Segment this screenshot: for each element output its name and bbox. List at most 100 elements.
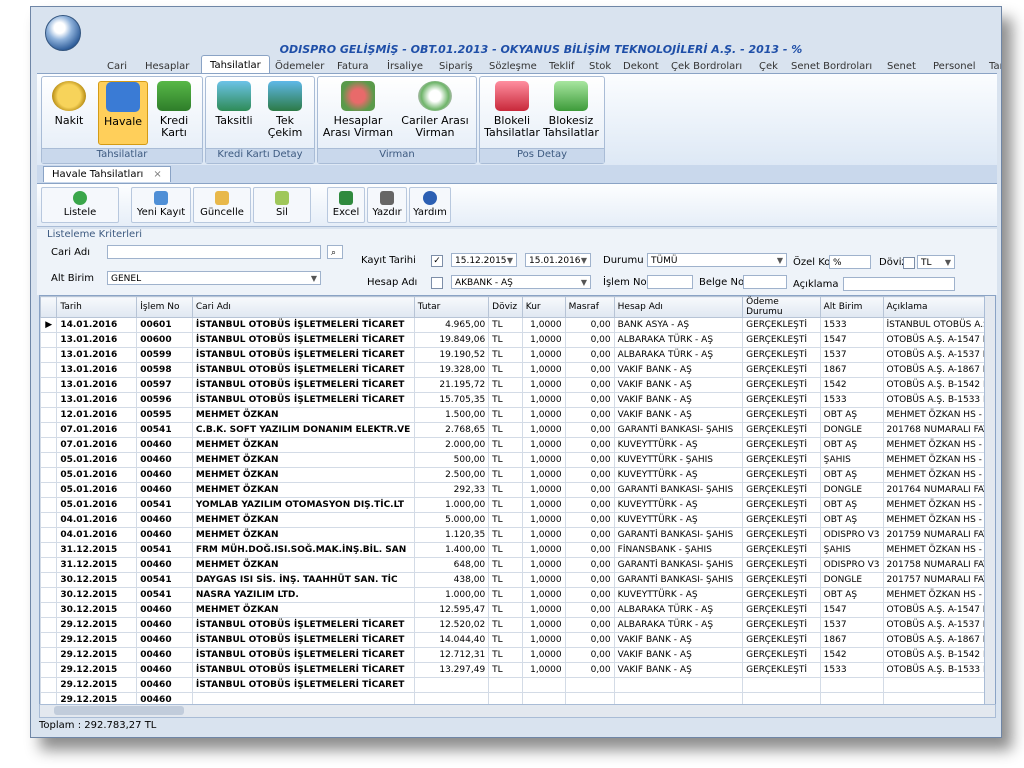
column-header[interactable]: İşlem No — [136, 296, 193, 318]
table-row[interactable]: 29.12.2015 00460 İSTANBUL OTOBÜS İŞLETMELE… — [40, 617, 995, 633]
table-row[interactable]: 31.12.2015 00460 MEHMET ÖZKAN 648,00 TL 1,000… — [40, 557, 995, 573]
total-footer: Toplam : 292.783,27 TL — [39, 718, 994, 734]
table-cell: 1,0000 — [521, 497, 566, 513]
table-row[interactable]: 30.12.2015 00541 DAYGAS ISI SİS. İNŞ. TAAH… — [40, 572, 995, 588]
tab-teklif[interactable]: Teklif — [543, 59, 580, 74]
doc-tab-havale-tahsilatlari[interactable]: Havale Tahsilatları × — [43, 166, 171, 182]
cari-input[interactable] — [107, 245, 321, 259]
yazdir-button[interactable]: Yazdır — [367, 187, 407, 223]
tab-irsaliye[interactable]: İrsaliye — [381, 59, 429, 74]
tab-hesaplar[interactable]: Hesaplar — [139, 59, 195, 74]
table-cell: 13.01.2016 — [56, 392, 138, 408]
nakit-button[interactable]: Nakit — [48, 81, 90, 127]
date-to-input[interactable]: 15.01.2016 ▼ — [525, 253, 591, 267]
table-row[interactable]: 07.01.2016 00541 C.B.K. SOFT YAZILIM DONAN… — [40, 422, 995, 438]
app-menu-button[interactable] — [45, 15, 81, 51]
tab-personel[interactable]: Personel — [927, 59, 982, 74]
column-header[interactable]: Hesap Adı — [613, 296, 744, 318]
table-row[interactable]: 04.01.2016 00460 MEHMET ÖZKAN 5.000,00 TL 1,0… — [40, 512, 995, 528]
table-row[interactable]: 29.12.2015 00460 İSTANBUL OTOBÜS İŞLETMELE… — [40, 632, 995, 648]
yardim-button[interactable]: Yardım — [409, 187, 451, 223]
durum-select[interactable]: TÜMÜ ▼ — [647, 253, 787, 267]
hesaplar-arasi-virman-button[interactable]: Hesaplar Arası Virman — [322, 81, 394, 139]
islem-no-input[interactable] — [647, 275, 693, 289]
table-row[interactable]: 29.12.2015 00460 İSTANBUL OTOBÜS İŞLETMELE… — [40, 647, 995, 663]
horizontal-scrollbar[interactable] — [39, 704, 996, 718]
belge-no-input[interactable] — [743, 275, 787, 289]
tab-sozlesme[interactable]: Sözleşme — [483, 59, 543, 74]
tab-dekont[interactable]: Dekont — [617, 59, 665, 74]
tab-cek[interactable]: Çek — [753, 59, 784, 74]
table-cell: 1,0000 — [521, 617, 566, 633]
vertical-scrollbar[interactable] — [984, 296, 995, 704]
ribbon-group-virman: Hesaplar Arası Virman Cariler Arası Virman… — [317, 76, 477, 164]
table-row[interactable]: 05.01.2016 00460 MEHMET ÖZKAN 2.500,00 TL 1,0… — [40, 467, 995, 483]
column-header[interactable]: Tutar — [413, 296, 490, 318]
column-header[interactable]: Cari Adı — [191, 296, 415, 318]
doviz-checkbox[interactable] — [903, 257, 915, 269]
table-row[interactable]: 05.01.2016 00460 MEHMET ÖZKAN 292,33 TL 1,000… — [40, 482, 995, 498]
column-header[interactable]: Döviz — [488, 296, 523, 318]
doviz-select[interactable]: TL ▼ — [917, 255, 955, 269]
alt-birim-select[interactable]: GENEL ▼ — [107, 271, 321, 285]
table-cell: 4.965,00 — [413, 317, 490, 333]
table-row[interactable]: 29.12.2015 00460 İSTANBUL OTOBÜS İŞLETMELE… — [40, 677, 995, 693]
tab-senet[interactable]: Senet — [881, 59, 922, 74]
taksitli-button[interactable]: Taksitli — [210, 81, 258, 127]
tab-cek-bordrolari[interactable]: Çek Bordroları — [665, 59, 748, 74]
table-row[interactable]: ▶ 14.01.2016 00601 İSTANBUL OTOBÜS İŞLETMEL… — [40, 317, 995, 333]
table-row[interactable]: 05.01.2016 00460 MEHMET ÖZKAN 500,00 TL 1,000… — [40, 452, 995, 468]
close-icon[interactable]: × — [153, 169, 161, 180]
hesap-select[interactable]: AKBANK - AŞ ▼ — [451, 275, 591, 289]
column-header[interactable]: Tarih — [56, 296, 138, 318]
tab-odemeler[interactable]: Ödemeler — [269, 59, 330, 74]
kayit-tarihi-checkbox[interactable]: ✓ — [431, 255, 443, 267]
column-header[interactable]: Masraf — [564, 296, 615, 318]
table-row[interactable]: 13.01.2016 00599 İSTANBUL OTOBÜS İŞLETMELE… — [40, 347, 995, 363]
column-header[interactable]: Ödeme Durumu — [742, 296, 821, 318]
tab-siparis[interactable]: Sipariş — [433, 59, 479, 74]
table-row[interactable]: 29.12.2015 00460 İSTANBUL OTOBÜS İŞLETMELE… — [40, 662, 995, 678]
table-cell: İSTANBUL OTOBÜS İŞLETMELERİ TİCARET — [191, 677, 415, 693]
scroll-thumb[interactable] — [54, 706, 184, 715]
table-row[interactable]: 13.01.2016 00596 İSTANBUL OTOBÜS İŞLETMELE… — [40, 392, 995, 408]
total-label: Toplam : — [39, 720, 82, 731]
tab-cari[interactable]: Cari — [101, 59, 133, 74]
column-header[interactable]: Alt Birim — [819, 296, 884, 318]
table-row[interactable]: 30.12.2015 00541 NASRA YAZILIM LTD. 1.000,0… — [40, 587, 995, 603]
hesap-checkbox[interactable] — [431, 277, 443, 289]
tab-tahsilatlar[interactable]: Tahsilatlar — [201, 55, 270, 75]
sil-button[interactable]: Sil — [253, 187, 311, 223]
date-from-input[interactable]: 15.12.2015 ▼ — [451, 253, 517, 267]
tek-cekim-button[interactable]: Tek Çekim — [262, 81, 308, 139]
table-cell: 2.500,00 — [413, 467, 490, 483]
blokeli-tahsilatlar-button[interactable]: Blokeli Tahsilatlar — [484, 81, 540, 139]
table-row[interactable]: 13.01.2016 00598 İSTANBUL OTOBÜS İŞLETMELE… — [40, 362, 995, 378]
table-row[interactable]: 07.01.2016 00460 MEHMET ÖZKAN 2.000,00 TL 1,0… — [40, 437, 995, 453]
listele-button[interactable]: Listele — [41, 187, 119, 223]
table-row[interactable]: 31.12.2015 00541 FRM MÜH.DOĞ.ISI.SOĞ.MAK.İ… — [40, 542, 995, 558]
table-row[interactable]: 12.01.2016 00595 MEHMET ÖZKAN 1.500,00 TL 1,0… — [40, 407, 995, 423]
tab-tanimlar[interactable]: Tanımlar — [983, 59, 1001, 74]
table-row[interactable]: 05.01.2016 00541 YOMLAB YAZILIM OTOMASYON … — [40, 497, 995, 513]
havale-button[interactable]: Havale — [98, 81, 148, 145]
table-row[interactable]: 30.12.2015 00460 MEHMET ÖZKAN 12.595,47 TL 1,… — [40, 602, 995, 618]
excel-button[interactable]: Excel — [327, 187, 365, 223]
yeni-kayit-button[interactable]: Yeni Kayıt — [131, 187, 191, 223]
tab-stok[interactable]: Stok — [583, 59, 617, 74]
column-header[interactable]: Açıklama — [882, 296, 995, 318]
column-header[interactable]: Kur — [521, 296, 566, 318]
guncelle-button[interactable]: Güncelle — [193, 187, 251, 223]
search-icon[interactable]: ⌕ — [327, 245, 343, 259]
cariler-arasi-virman-button[interactable]: Cariler Arası Virman — [398, 81, 472, 139]
ozel-kod-input[interactable]: % — [829, 255, 871, 269]
kredi-karti-button[interactable]: Kredi Kartı — [152, 81, 196, 139]
table-row[interactable]: 13.01.2016 00597 İSTANBUL OTOBÜS İŞLETMELE… — [40, 377, 995, 393]
table-row[interactable]: 04.01.2016 00460 MEHMET ÖZKAN 1.120,35 TL 1,0… — [40, 527, 995, 543]
tab-fatura[interactable]: Fatura — [331, 59, 374, 74]
column-header[interactable] — [40, 296, 58, 318]
table-row[interactable]: 13.01.2016 00600 İSTANBUL OTOBÜS İŞLETMELE… — [40, 332, 995, 348]
tab-senet-bordrolari[interactable]: Senet Bordroları — [785, 59, 878, 74]
blokesiz-tahsilatlar-button[interactable]: Blokesiz Tahsilatlar — [542, 81, 600, 139]
aciklama-input[interactable] — [843, 277, 955, 291]
